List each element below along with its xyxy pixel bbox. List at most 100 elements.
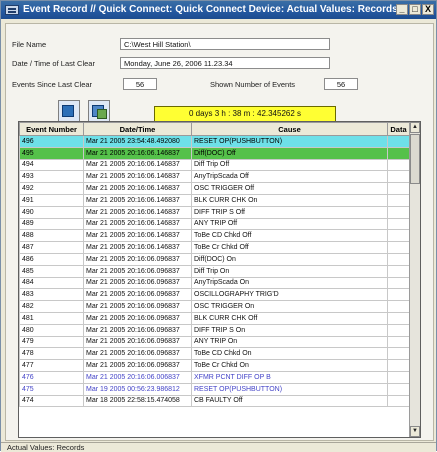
- shown-events-label: Shown Number of Events: [210, 80, 296, 89]
- data-cell: [387, 370, 410, 384]
- cause-cell: ToBe Cr Chkd Off: [191, 241, 388, 254]
- event-number-cell: 474: [19, 394, 84, 408]
- table-header-row: Event Number Date/Time Cause Data: [19, 122, 410, 136]
- last-clear-label: Date / Time of Last Clear: [12, 59, 95, 68]
- date-time-cell: Mar 21 2005 20:16:06.096837: [83, 323, 192, 337]
- cause-cell: CB FAULTY Off: [191, 394, 388, 408]
- file-name-label: File Name: [12, 40, 47, 49]
- table-row[interactable]: 475 Mar 19 2005 00:56:23.986812 RESET OP(P…: [19, 382, 410, 396]
- table-row[interactable]: 490 Mar 21 2005 20:16:06.146837 DIFF TRIP …: [19, 205, 410, 219]
- table-scrollbar[interactable]: ▲ ▼: [409, 122, 420, 437]
- table-row[interactable]: 486 Mar 21 2005 20:16:06.096837 Diff(DOC) …: [19, 252, 410, 266]
- event-number-cell: 477: [19, 359, 84, 372]
- date-time-cell: Mar 21 2005 20:16:06.146837: [83, 241, 192, 254]
- column-header-data[interactable]: Data: [387, 122, 410, 136]
- cause-cell: XFMR PCNT DIFF OP B: [191, 370, 388, 384]
- event-number-cell: 486: [19, 252, 84, 266]
- event-number-cell: 480: [19, 323, 84, 337]
- date-time-cell: Mar 18 2005 22:58:15.474058: [83, 394, 192, 408]
- table-row[interactable]: 495 Mar 21 2005 20:16:06.146837 Diff(DOC) …: [19, 146, 410, 160]
- table-row[interactable]: 480 Mar 21 2005 20:16:06.096837 DIFF TRIP …: [19, 323, 410, 337]
- data-cell: [387, 276, 410, 290]
- scroll-up-arrow-icon[interactable]: ▲: [410, 122, 420, 133]
- last-clear-field: Monday, June 26, 2006 11.23.34: [120, 57, 330, 69]
- table-row[interactable]: 478 Mar 21 2005 20:16:06.096837 ToBe CD Ch…: [19, 347, 410, 361]
- cause-cell: ToBe Cr Chkd On: [191, 359, 388, 372]
- event-number-cell: 489: [19, 217, 84, 231]
- column-header-date-time[interactable]: Date/Time: [83, 122, 192, 136]
- scroll-down-arrow-icon[interactable]: ▼: [410, 426, 420, 437]
- data-cell: [387, 241, 410, 254]
- title-bar[interactable]: Event Record // Quick Connect: Quick Con…: [1, 1, 436, 19]
- shown-events-field: 56: [324, 78, 358, 90]
- table-row[interactable]: 487 Mar 21 2005 20:16:06.146837 ToBe Cr Ch…: [19, 241, 410, 254]
- cause-cell: OSC TRIGGER On: [191, 300, 388, 313]
- event-records-table: Event Number Date/Time Cause Data 496 Mar…: [18, 121, 421, 438]
- event-number-cell: 479: [19, 335, 84, 349]
- cause-cell: RESET OP(PUSHBUTTON): [191, 135, 388, 148]
- data-cell: [387, 229, 410, 243]
- date-time-cell: Mar 21 2005 20:16:06.006837: [83, 370, 192, 384]
- column-header-event-number[interactable]: Event Number: [19, 122, 84, 136]
- cause-cell: DIFF TRIP S On: [191, 323, 388, 337]
- table-row[interactable]: 491 Mar 21 2005 20:16:06.146837 BLK CURR C…: [19, 193, 410, 207]
- table-row[interactable]: 474 Mar 18 2005 22:58:15.474058 CB FAULTY …: [19, 394, 410, 408]
- table-row[interactable]: 494 Mar 21 2005 20:16:06.146837 Diff Trip …: [19, 158, 410, 172]
- date-time-cell: Mar 21 2005 20:16:06.146837: [83, 146, 192, 160]
- date-time-cell: Mar 21 2005 20:16:06.096837: [83, 252, 192, 266]
- table-row[interactable]: 476 Mar 21 2005 20:16:06.006837 XFMR PCNT …: [19, 370, 410, 384]
- data-cell: [387, 158, 410, 172]
- maximize-button[interactable]: □: [409, 4, 421, 15]
- data-cell: [387, 347, 410, 361]
- date-time-cell: Mar 21 2005 20:16:06.146837: [83, 158, 192, 172]
- table-row[interactable]: 485 Mar 21 2005 20:16:06.096837 Diff Trip …: [19, 264, 410, 278]
- minimize-button[interactable]: _: [396, 4, 408, 15]
- close-button[interactable]: X: [422, 4, 434, 15]
- event-number-cell: 484: [19, 276, 84, 290]
- table-row[interactable]: 484 Mar 21 2005 20:16:06.096837 AnyTripSca…: [19, 276, 410, 290]
- data-cell: [387, 135, 410, 148]
- data-cell: [387, 205, 410, 219]
- table-row[interactable]: 489 Mar 21 2005 20:16:06.146837 ANY TRIP O…: [19, 217, 410, 231]
- table-row[interactable]: 496 Mar 21 2005 23:54:48.492080 RESET OP(P…: [19, 135, 410, 148]
- date-time-cell: Mar 21 2005 20:16:06.096837: [83, 359, 192, 372]
- cause-cell: AnyTripScada Off: [191, 170, 388, 184]
- scrollbar-thumb[interactable]: [410, 134, 420, 184]
- save-records-button[interactable]: [58, 100, 80, 122]
- cause-cell: ToBe CD Chkd Off: [191, 229, 388, 243]
- events-since-clear-field: 56: [123, 78, 157, 90]
- date-time-cell: Mar 21 2005 23:54:48.492080: [83, 135, 192, 148]
- cause-cell: ANY TRIP On: [191, 335, 388, 349]
- date-time-cell: Mar 21 2005 20:16:06.146837: [83, 229, 192, 243]
- event-number-cell: 492: [19, 182, 84, 195]
- cause-cell: BLK CURR CHK On: [191, 193, 388, 207]
- date-time-cell: Mar 21 2005 20:16:06.146837: [83, 217, 192, 231]
- cause-cell: ToBe CD Chkd On: [191, 347, 388, 361]
- export-records-button[interactable]: [88, 100, 110, 122]
- date-time-cell: Mar 21 2005 20:16:06.096837: [83, 288, 192, 302]
- table-row[interactable]: 488 Mar 21 2005 20:16:06.146837 ToBe CD Ch…: [19, 229, 410, 243]
- cause-cell: ANY TRIP Off: [191, 217, 388, 231]
- event-number-cell: 481: [19, 311, 84, 325]
- event-number-cell: 491: [19, 193, 84, 207]
- date-time-cell: Mar 21 2005 20:16:06.096837: [83, 311, 192, 325]
- table-row[interactable]: 479 Mar 21 2005 20:16:06.096837 ANY TRIP O…: [19, 335, 410, 349]
- column-header-cause[interactable]: Cause: [191, 122, 388, 136]
- data-cell: [387, 323, 410, 337]
- event-number-cell: 485: [19, 264, 84, 278]
- table-row[interactable]: 481 Mar 21 2005 20:16:06.096837 BLK CURR C…: [19, 311, 410, 325]
- date-time-cell: Mar 21 2005 20:16:06.096837: [83, 347, 192, 361]
- table-row[interactable]: 492 Mar 21 2005 20:16:06.146837 OSC TRIGGE…: [19, 182, 410, 195]
- event-number-cell: 490: [19, 205, 84, 219]
- window-app-icon: [5, 5, 19, 15]
- table-row[interactable]: 493 Mar 21 2005 20:16:06.146837 AnyTripSca…: [19, 170, 410, 184]
- table-row[interactable]: 477 Mar 21 2005 20:16:06.096837 ToBe Cr Ch…: [19, 359, 410, 372]
- cause-cell: BLK CURR CHK Off: [191, 311, 388, 325]
- date-time-cell: Mar 21 2005 20:16:06.096837: [83, 300, 192, 313]
- data-cell: [387, 182, 410, 195]
- date-time-cell: Mar 21 2005 20:16:06.146837: [83, 182, 192, 195]
- event-number-cell: 494: [19, 158, 84, 172]
- table-row[interactable]: 483 Mar 21 2005 20:16:06.096837 OSCILLOGRA…: [19, 288, 410, 302]
- table-row[interactable]: 482 Mar 21 2005 20:16:06.096837 OSC TRIGGE…: [19, 300, 410, 313]
- event-number-cell: 483: [19, 288, 84, 302]
